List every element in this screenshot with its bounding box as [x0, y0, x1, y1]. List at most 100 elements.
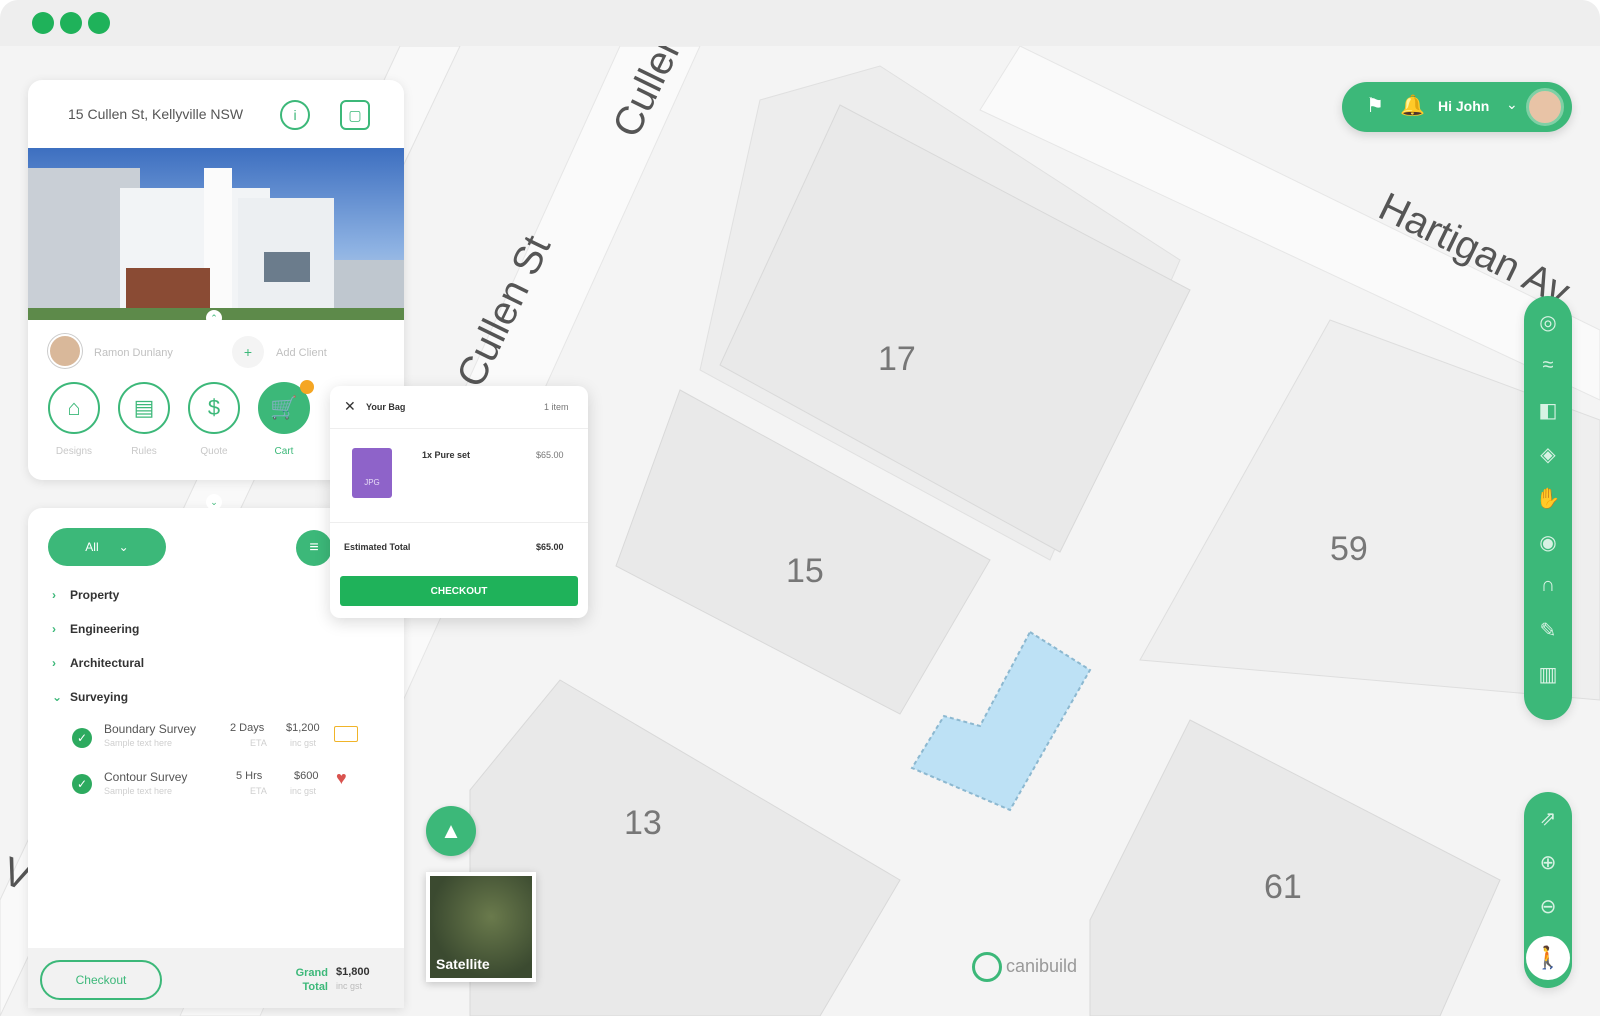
- compass-button[interactable]: ▲: [426, 806, 476, 856]
- file-type-label: JPG: [364, 478, 380, 487]
- camera-icon[interactable]: ◎: [1524, 310, 1572, 335]
- grand-total-label: Grand Total: [295, 967, 328, 993]
- grand-total-value: $1,800: [336, 966, 370, 978]
- magnet-icon[interactable]: ∩: [1524, 574, 1572, 597]
- lot-number: 17: [878, 340, 916, 378]
- check-icon[interactable]: ✓: [72, 774, 92, 794]
- window-maximize-button[interactable]: [88, 12, 110, 34]
- check-icon[interactable]: ✓: [72, 728, 92, 748]
- share-icon[interactable]: ⇗: [1524, 806, 1572, 831]
- street-view-button[interactable]: 🚶: [1526, 936, 1570, 980]
- brand-logo: canibuild: [972, 952, 1077, 982]
- bag-item-price: $65.00: [536, 450, 564, 460]
- hand-icon[interactable]: ✋: [1524, 486, 1572, 511]
- tag-icon[interactable]: [334, 726, 358, 742]
- service-time-sub: ETA: [250, 786, 267, 796]
- chevron-down-icon: ⌄: [1506, 96, 1518, 112]
- lot-number: 15: [786, 552, 824, 590]
- checkout-label: Checkout: [75, 973, 127, 987]
- service-sub: Sample text here: [104, 786, 173, 796]
- category-engineering[interactable]: › Engineering: [52, 622, 139, 636]
- dollar-icon: $: [207, 395, 221, 420]
- panel-footer: Checkout Grand Total $1,800 inc gst: [28, 948, 404, 1008]
- bag-title: Your Bag: [366, 402, 406, 412]
- clipboard-icon: ▤: [133, 395, 155, 420]
- window-titlebar: [0, 0, 1600, 46]
- compass-icon: ▲: [440, 818, 462, 843]
- designs-label: Designs: [55, 446, 93, 457]
- bag-button[interactable]: ▢: [340, 100, 370, 130]
- split-icon[interactable]: ◧: [1524, 398, 1572, 423]
- collapse-handle[interactable]: ⌄: [206, 494, 222, 510]
- category-property[interactable]: › Property: [52, 588, 119, 602]
- window-close-button[interactable]: [32, 12, 54, 34]
- lot-number: 59: [1330, 530, 1368, 568]
- service-price: $600: [294, 770, 319, 782]
- designs-button[interactable]: ⌂: [48, 382, 100, 434]
- water-icon[interactable]: ≈: [1524, 354, 1572, 377]
- eye-icon[interactable]: ◉: [1524, 530, 1572, 555]
- brand-icon: [972, 952, 1002, 982]
- user-avatar[interactable]: [1526, 88, 1564, 126]
- satellite-toggle[interactable]: Satellite: [426, 872, 536, 982]
- quote-label: Quote: [200, 446, 228, 457]
- zoom-toolbar: ⇗ ⊕ ⊖ 🚶: [1524, 792, 1572, 988]
- heart-icon[interactable]: ♥: [336, 768, 347, 789]
- chevron-right-icon: ›: [52, 622, 56, 636]
- chevron-down-icon: ⌄: [52, 690, 63, 704]
- property-photo: [28, 148, 404, 320]
- lot-number: 13: [624, 804, 662, 842]
- bookmark-icon[interactable]: ⚑: [1366, 94, 1384, 118]
- house-illustration: [28, 168, 404, 320]
- collapse-handle[interactable]: ⌃: [206, 310, 222, 326]
- chevron-down-icon: ⌄: [210, 497, 218, 507]
- add-client-button[interactable]: +: [232, 336, 264, 368]
- cart-label: Cart: [274, 446, 294, 457]
- rules-button[interactable]: ▤: [118, 382, 170, 434]
- filter-button[interactable]: ≡: [296, 530, 332, 566]
- service-time: 5 Hrs: [236, 770, 263, 782]
- service-time: 2 Days: [230, 722, 265, 734]
- user-greeting: Hi John: [1438, 98, 1490, 114]
- user-menu[interactable]: ⚑ 🔔 Hi John ⌄: [1342, 82, 1572, 132]
- map-tools-toolbar: ◎ ≈ ◧ ◈ ✋ ◉ ∩ ✎ ▥: [1524, 296, 1572, 720]
- service-sub: Sample text here: [104, 738, 173, 748]
- bag-checkout-button[interactable]: CHECKOUT: [340, 576, 578, 606]
- checkout-button[interactable]: Checkout: [40, 960, 162, 1000]
- file-icon: JPG: [352, 448, 392, 498]
- info-button[interactable]: i: [280, 100, 310, 130]
- filter-dropdown[interactable]: All ⌄: [48, 528, 166, 566]
- grand-total-sub: inc gst: [336, 981, 363, 991]
- pegman-icon: 🚶: [1534, 945, 1562, 970]
- filter-label: All: [85, 540, 99, 554]
- house-icon: ⌂: [67, 395, 81, 420]
- bag-icon: ▢: [348, 107, 362, 123]
- bag-count: 1 item: [544, 402, 569, 412]
- chevron-down-icon: ⌄: [118, 540, 129, 554]
- category-label: Engineering: [70, 622, 140, 636]
- window-minimize-button[interactable]: [60, 12, 82, 34]
- category-architectural[interactable]: › Architectural: [52, 656, 144, 670]
- zoom-out-icon[interactable]: ⊖: [1524, 894, 1572, 919]
- info-icon: i: [293, 107, 297, 123]
- address-text: 15 Cullen St, Kellyville NSW: [68, 106, 244, 122]
- layers-icon[interactable]: ◈: [1524, 442, 1572, 467]
- quote-button[interactable]: $: [188, 382, 240, 434]
- trash-icon[interactable]: ▥: [1524, 662, 1572, 687]
- satellite-label: Satellite: [436, 956, 490, 972]
- estimated-total-value: $65.00: [536, 542, 564, 552]
- filter-icon: ≡: [309, 539, 319, 556]
- category-label: Surveying: [70, 690, 129, 704]
- category-surveying[interactable]: ⌄ Surveying: [52, 690, 128, 704]
- zoom-in-icon[interactable]: ⊕: [1524, 850, 1572, 875]
- estimated-total-label: Estimated Total: [344, 542, 411, 552]
- service-name: Contour Survey: [104, 770, 188, 784]
- selected-lot: [910, 630, 1092, 812]
- divider: [330, 522, 588, 523]
- pencil-icon[interactable]: ✎: [1524, 618, 1572, 643]
- plus-icon: +: [243, 344, 253, 360]
- bell-icon[interactable]: 🔔: [1400, 94, 1425, 118]
- agent-avatar: [48, 334, 82, 368]
- close-icon[interactable]: ✕: [344, 398, 356, 415]
- service-time-sub: ETA: [250, 738, 267, 748]
